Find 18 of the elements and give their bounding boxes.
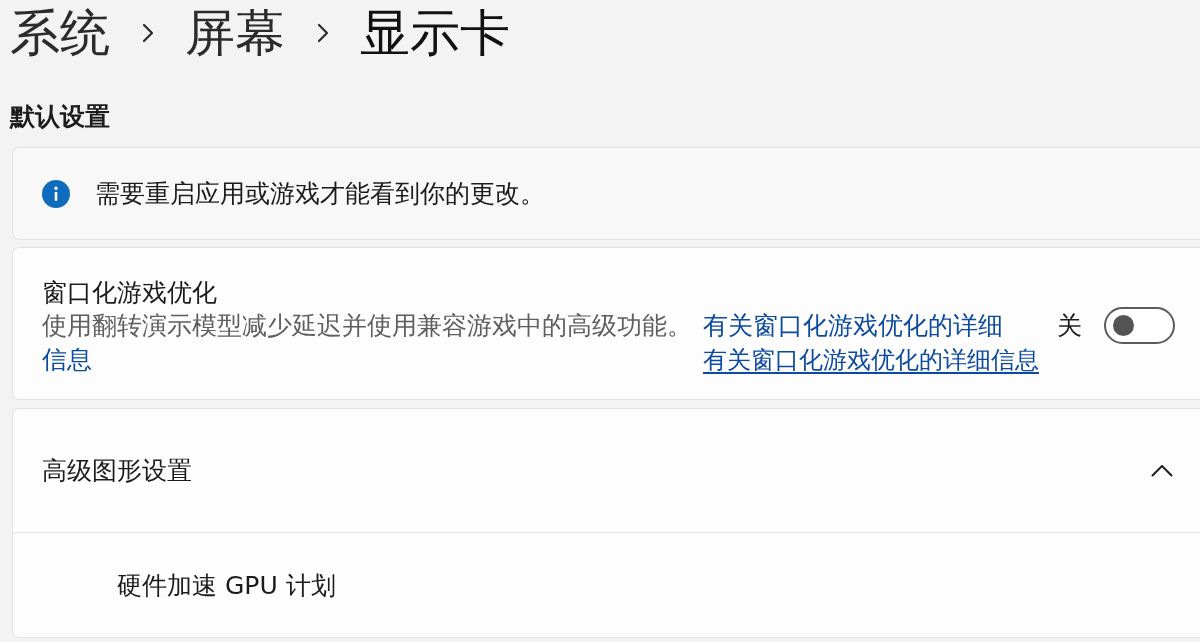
page-title: 显示卡 xyxy=(360,4,510,62)
details-link[interactable]: 有关窗口化游戏优化的详细 xyxy=(703,309,1003,343)
breadcrumb-link[interactable]: 系统 xyxy=(10,4,110,62)
toggle-switch[interactable] xyxy=(1104,306,1175,344)
toggle-state-label: 关 xyxy=(1057,310,1082,342)
chevron-right-icon xyxy=(316,22,330,44)
details-link[interactable]: 有关窗口化游戏优化的详细信息 xyxy=(703,343,1039,377)
details-link[interactable]: 信息 xyxy=(42,343,92,377)
section-title: 默认设置 xyxy=(10,101,110,133)
chevron-up-icon xyxy=(1151,464,1173,477)
setting-title: 窗口化游戏优化 xyxy=(42,277,217,309)
breadcrumb-link[interactable]: 屏幕 xyxy=(185,4,285,62)
expander-header[interactable]: 高级图形设置 xyxy=(13,409,1200,532)
info-message: 需要重启应用或游戏才能看到你的更改。 xyxy=(95,177,545,210)
setting-description: 使用翻转演示模型减少延迟并使用兼容游戏中的高级功能。 xyxy=(42,310,692,342)
setting-label: 硬件加速 GPU 计划 xyxy=(117,569,336,602)
info-icon xyxy=(42,179,70,208)
chevron-right-icon xyxy=(141,22,155,44)
